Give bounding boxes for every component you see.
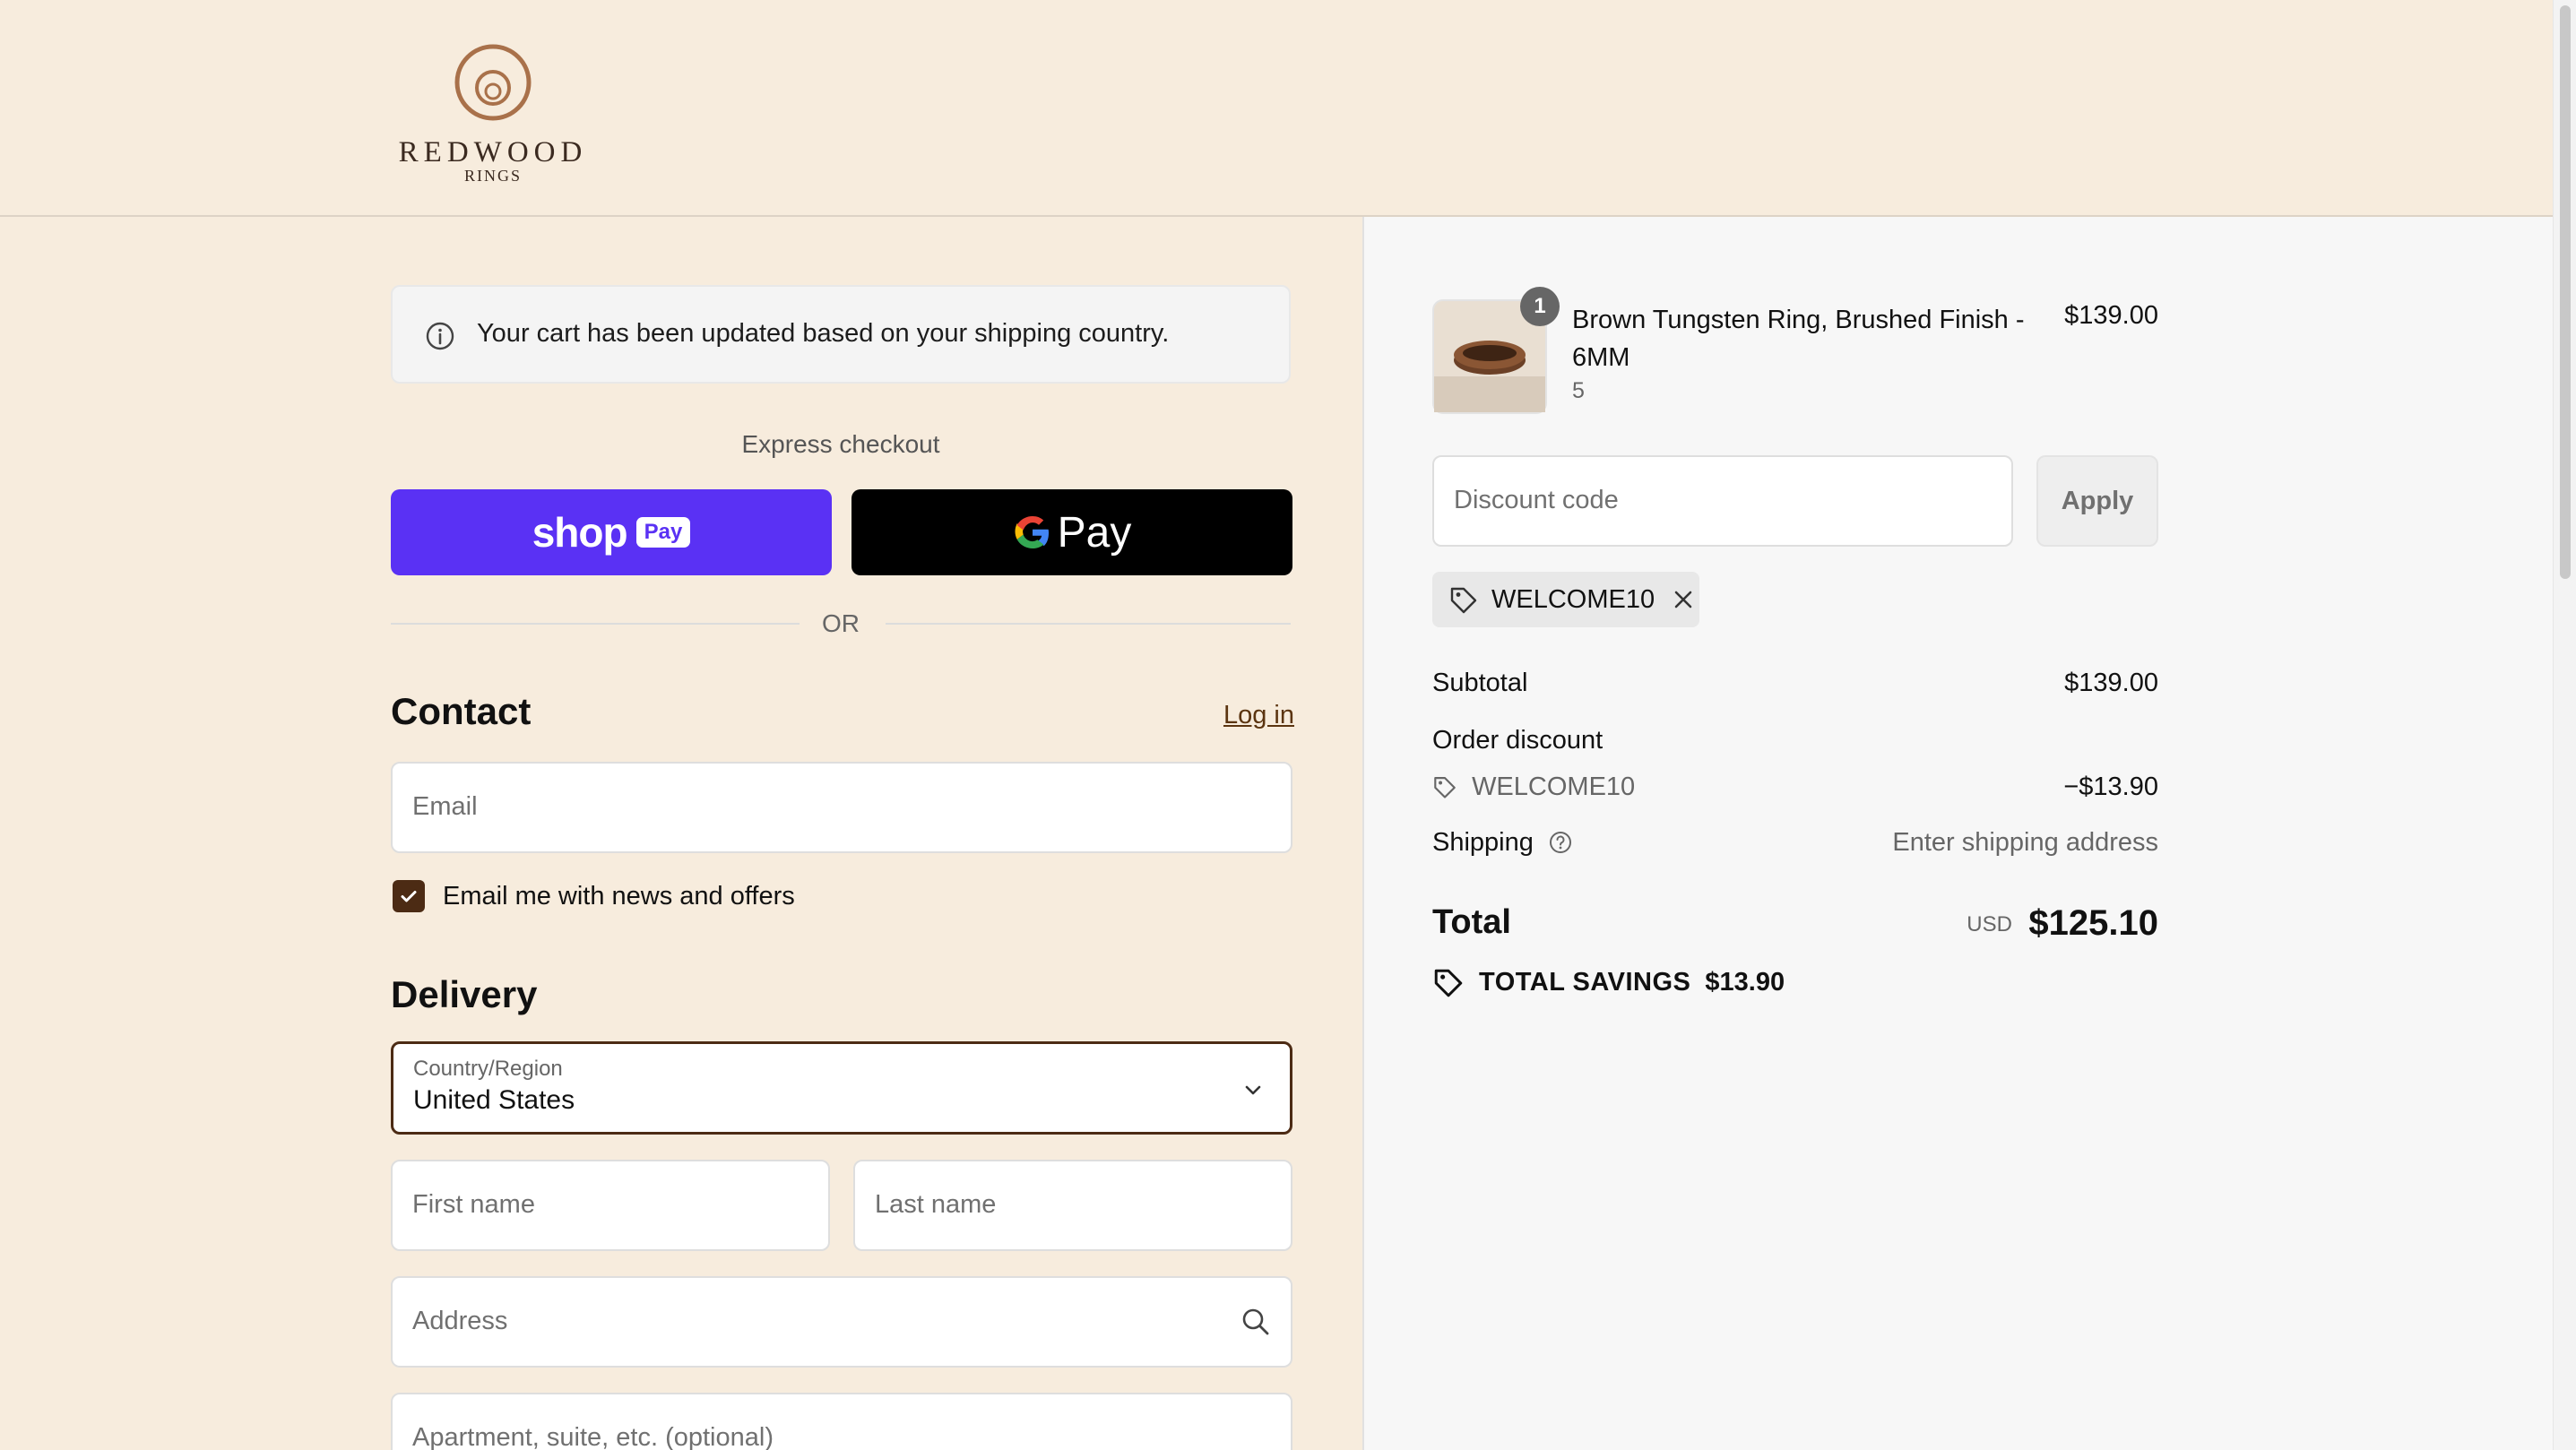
address-field[interactable]: Address bbox=[391, 1276, 1292, 1368]
notice-text: Your cart has been updated based on your… bbox=[477, 319, 1170, 348]
ring-logo-icon bbox=[454, 44, 532, 121]
page-scrollbar[interactable] bbox=[2553, 0, 2576, 1450]
savings-label: TOTAL SAVINGS bbox=[1479, 967, 1691, 997]
product-variant: 5 bbox=[1572, 378, 1585, 403]
chevron-down-icon bbox=[1245, 1085, 1261, 1095]
delivery-heading: Delivery bbox=[391, 973, 538, 1015]
last-name-placeholder: Last name bbox=[875, 1190, 997, 1219]
product-image: 1 bbox=[1432, 287, 1560, 414]
contact-heading: Contact bbox=[391, 690, 532, 732]
cart-updated-notice: Your cart has been updated based on your… bbox=[391, 285, 1291, 384]
shop-pay-button[interactable]: shop Pay bbox=[391, 489, 832, 575]
subtotal-label: Subtotal bbox=[1432, 669, 1528, 697]
order-summary: 1 Brown Tungsten Ring, Brushed Finish - … bbox=[1362, 217, 2554, 1450]
last-name-field[interactable]: Last name bbox=[853, 1160, 1292, 1251]
applied-discount-tag: WELCOME10 bbox=[1432, 572, 1699, 627]
scrollbar-thumb[interactable] bbox=[2560, 5, 2571, 579]
checkout-form: Your cart has been updated based on your… bbox=[391, 215, 1294, 1450]
brand-logo[interactable]: REDWOOD RINGS bbox=[394, 38, 592, 184]
address-placeholder: Address bbox=[412, 1307, 508, 1335]
or-divider-text: OR bbox=[822, 609, 860, 637]
country-label: Country/Region bbox=[413, 1057, 563, 1081]
discount-code-field[interactable]: Discount code bbox=[1432, 455, 2013, 547]
shipping-value: Enter shipping address bbox=[1892, 828, 2158, 857]
subtotal-row: Subtotal $139.00 bbox=[1432, 669, 2158, 698]
divider-left bbox=[391, 623, 800, 625]
apply-discount-button[interactable]: Apply bbox=[2036, 455, 2158, 547]
login-link[interactable]: Log in bbox=[1223, 701, 1294, 730]
first-name-field[interactable]: First name bbox=[391, 1160, 830, 1251]
savings-tag-icon bbox=[1434, 969, 1463, 997]
order-discount-label: Order discount bbox=[1432, 726, 1604, 755]
search-icon[interactable] bbox=[1240, 1307, 1271, 1337]
shop-pay-badge: Pay bbox=[635, 517, 691, 548]
apartment-placeholder: Apartment, suite, etc. (optional) bbox=[412, 1423, 774, 1450]
first-name-placeholder: First name bbox=[412, 1190, 535, 1219]
total-savings: TOTAL SAVINGS $13.90 bbox=[1432, 966, 1785, 998]
checkmark-icon bbox=[401, 891, 417, 902]
tag-icon bbox=[1450, 587, 1477, 614]
google-pay-wordmark: Pay bbox=[1057, 508, 1132, 557]
discount-code-label: WELCOME10 bbox=[1472, 772, 1636, 801]
email-field[interactable]: Email bbox=[391, 762, 1292, 853]
order-discount-row: Order discount bbox=[1432, 726, 2158, 755]
discount-code-row: WELCOME10 −$13.90 bbox=[1432, 772, 2158, 802]
express-checkout-label: Express checkout bbox=[741, 430, 940, 458]
apartment-field[interactable]: Apartment, suite, etc. (optional) bbox=[391, 1393, 1292, 1450]
google-pay-button[interactable]: Pay bbox=[851, 489, 1292, 575]
close-icon[interactable] bbox=[1671, 587, 1696, 612]
shipping-label: Shipping bbox=[1432, 828, 1534, 857]
newsletter-label: Email me with news and offers bbox=[443, 882, 795, 911]
email-placeholder: Email bbox=[412, 792, 478, 821]
divider-right bbox=[886, 623, 1291, 625]
quantity-badge: 1 bbox=[1520, 287, 1560, 326]
shipping-row: Shipping Enter shipping address bbox=[1432, 828, 2158, 858]
brand-subtitle: RINGS bbox=[463, 167, 522, 185]
discount-placeholder: Discount code bbox=[1454, 486, 1619, 514]
tag-icon bbox=[1434, 777, 1456, 798]
help-icon[interactable] bbox=[1548, 830, 1573, 855]
total-currency: USD bbox=[1967, 912, 2012, 936]
discount-value: −$13.90 bbox=[2063, 772, 2158, 801]
applied-code-text: WELCOME10 bbox=[1491, 584, 1655, 614]
total-amount: USD $125.10 bbox=[1432, 903, 2158, 944]
brand-name: REDWOOD bbox=[398, 136, 588, 168]
total-value: $125.10 bbox=[2028, 903, 2158, 943]
newsletter-checkbox[interactable] bbox=[393, 880, 425, 912]
product-price: $139.00 bbox=[2064, 301, 2158, 330]
shop-pay-wordmark: shop bbox=[532, 509, 628, 556]
subtotal-value: $139.00 bbox=[2064, 669, 2158, 697]
info-icon bbox=[426, 322, 454, 350]
page-header: REDWOOD RINGS bbox=[0, 0, 2553, 217]
google-g-icon bbox=[1015, 516, 1049, 548]
country-value: United States bbox=[413, 1085, 575, 1115]
country-select[interactable]: Country/Region United States bbox=[391, 1041, 1292, 1135]
savings-value: $13.90 bbox=[1705, 967, 1785, 997]
